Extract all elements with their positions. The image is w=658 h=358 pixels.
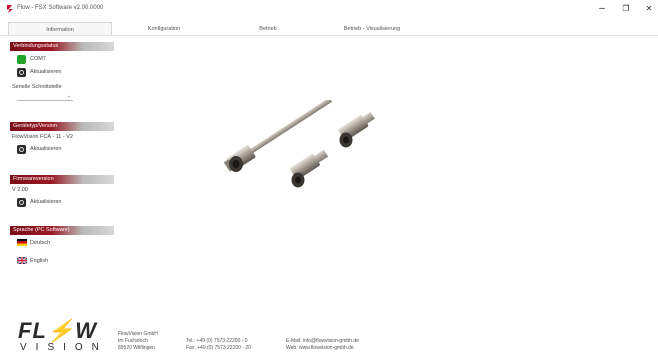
uk-flag-icon[interactable] [17,257,27,264]
device-header: Gerätetyp/Version [10,122,114,131]
close-button[interactable]: ✕ [643,3,655,15]
tab-information[interactable]: Information [8,22,112,36]
tab-bar: Information Konfiguration Betrieb Betrie… [0,22,658,36]
connection-header: Verbindungsstatus [10,42,114,51]
firmware-refresh-label[interactable]: Aktualisieren [30,199,62,205]
language-header: Sprache (PC Software) [10,226,114,235]
firmware-header: Firmwareversion [10,175,114,184]
tab-divider [0,35,658,36]
german-flag-icon[interactable] [17,239,27,246]
refresh-icon [19,70,24,75]
footer-company: FlowVision GmbH Im Fuchsloch 89520 Wilfl… [118,331,158,351]
maximize-button[interactable]: ❐ [620,3,632,15]
connection-refresh-button[interactable] [17,68,26,77]
title-bar: Flow - FSX Software v2.00.0000 – ❐ ✕ [0,0,658,20]
tab-configuration[interactable]: Konfiguration [112,22,216,36]
chevron-down-icon: ⌄ [66,93,71,99]
footer-phone: Tel.: +49 (0) 7573 22200 - 0 Fax: +49 (0… [186,338,251,351]
device-refresh-button[interactable] [17,145,26,154]
tab-operation-visualization[interactable]: Betrieb - Visualisierung [320,22,424,36]
refresh-icon [19,200,24,205]
device-refresh-label[interactable]: Aktualisieren [30,146,62,152]
app-logo-icon [7,5,13,13]
minimize-button[interactable]: – [596,3,608,15]
device-name: FlowVision FCA - 11 - V2 [12,134,73,140]
connection-status-label: COM7 [30,56,46,62]
firmware-version: V 2.00 [12,187,28,193]
sidebar: Verbindungsstatus COM7 Aktualisieren Ser… [0,38,118,358]
tab-operation[interactable]: Betrieb [216,22,320,36]
connection-status-indicator [17,55,26,64]
language-german-label[interactable]: Deutsch [30,240,50,246]
firmware-refresh-button[interactable] [17,198,26,207]
footer-contact[interactable]: E-Mail: info@flowvision-gmbh.de Web: www… [286,338,359,352]
serial-port-label: Serielle Schnittstelle [12,84,62,90]
product-image [223,100,375,188]
connection-refresh-label[interactable]: Aktualisieren [30,69,62,75]
flowvision-logo: FL⚡W [18,318,98,343]
flowvision-logo-subtitle: VISION [20,342,108,353]
serial-port-select[interactable]: ⌄ [17,93,73,101]
refresh-icon [19,147,24,152]
window-title: Flow - FSX Software v2.00.0000 [17,5,104,11]
language-english-label[interactable]: English [30,258,48,264]
